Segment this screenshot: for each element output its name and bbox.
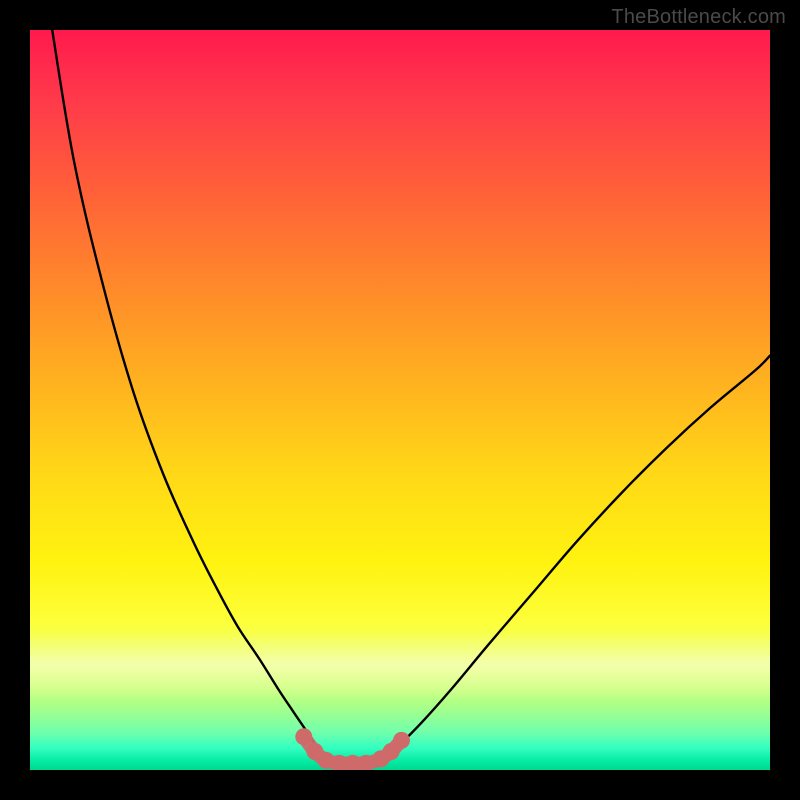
bottleneck-curve [30, 30, 770, 770]
trough-marker [295, 728, 312, 745]
curve-right-branch [385, 356, 770, 756]
curve-left-branch [52, 30, 322, 755]
trough-marker [393, 732, 410, 749]
chart-frame: TheBottleneck.com [0, 0, 800, 800]
plot-area [30, 30, 770, 770]
watermark-text: TheBottleneck.com [611, 6, 786, 29]
